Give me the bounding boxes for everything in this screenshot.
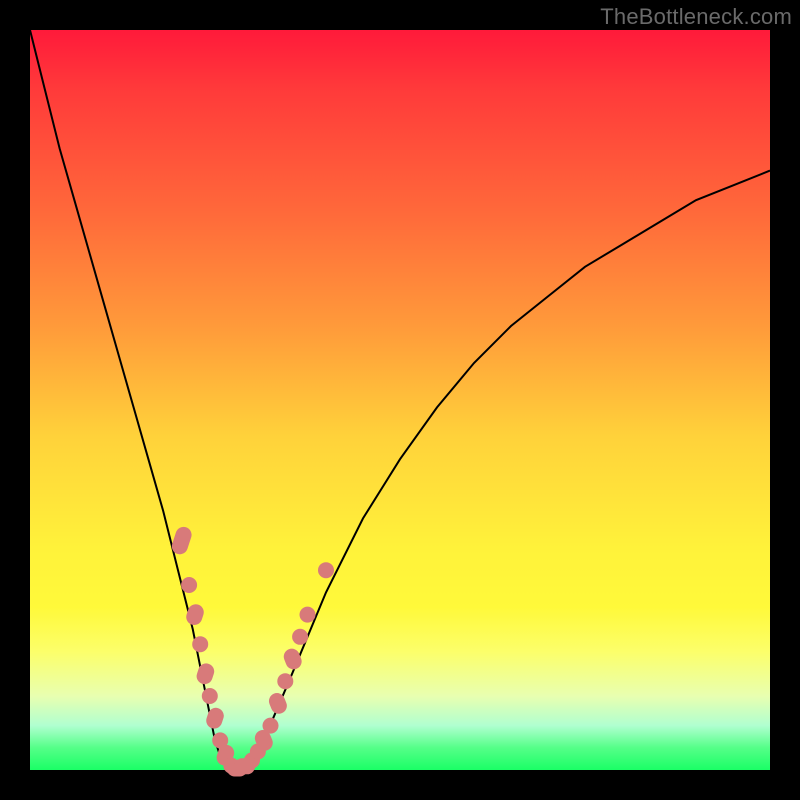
- curve-marker: [267, 691, 290, 716]
- curve-marker: [292, 629, 308, 645]
- marker-group: [170, 525, 334, 777]
- curve-marker: [300, 607, 316, 623]
- watermark-text: TheBottleneck.com: [600, 4, 792, 30]
- bottleneck-curve: [30, 30, 770, 769]
- curve-marker: [195, 661, 217, 686]
- curve-marker: [277, 673, 293, 689]
- curve-marker: [263, 718, 279, 734]
- curve-marker: [281, 646, 304, 671]
- curve-marker: [318, 562, 334, 578]
- curve-marker: [204, 706, 226, 731]
- curve-marker: [192, 636, 208, 652]
- curve-marker: [202, 688, 218, 704]
- curve-marker: [181, 577, 197, 593]
- chart-svg: [30, 30, 770, 770]
